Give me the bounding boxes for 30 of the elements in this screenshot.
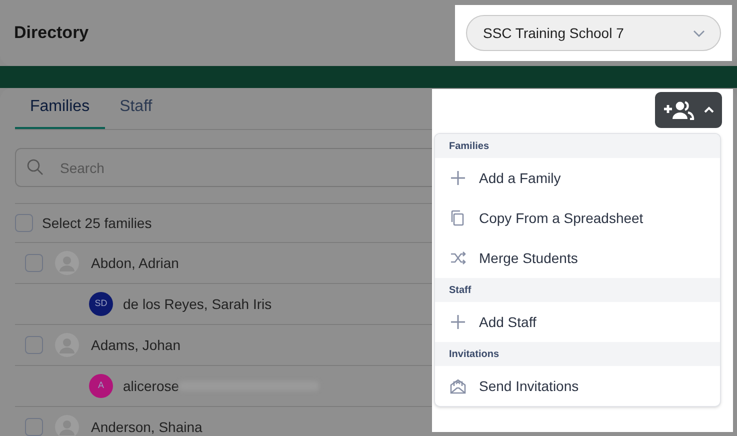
menu-item[interactable]: Send Invitations: [435, 366, 720, 406]
initials-avatar: SD: [89, 292, 113, 316]
family-name[interactable]: Abdon, Adrian: [91, 252, 179, 274]
add-people-icon: [662, 100, 694, 120]
menu-section-header: Staff: [435, 278, 720, 302]
shuffle-icon: [449, 249, 467, 267]
checkbox[interactable]: [25, 336, 43, 354]
page-title: Directory: [14, 22, 89, 44]
member-name[interactable]: alicerose: [123, 376, 180, 396]
plus-icon: [449, 313, 467, 331]
family-name[interactable]: Adams, Johan: [91, 334, 180, 356]
checkbox[interactable]: [15, 214, 33, 232]
menu-section-header: Families: [435, 134, 720, 158]
initials-avatar: A: [89, 374, 113, 398]
family-name[interactable]: Anderson, Shaina: [91, 416, 202, 436]
envelope-icon: [449, 377, 467, 395]
checkbox[interactable]: [25, 418, 43, 436]
tab[interactable]: Staff: [104, 87, 168, 129]
search-icon: [26, 158, 44, 176]
school-select[interactable]: SSC Training School 7: [466, 15, 721, 51]
menu-item[interactable]: Merge Students: [435, 238, 720, 278]
menu-item[interactable]: Copy From a Spreadsheet: [435, 198, 720, 238]
tab[interactable]: Families: [15, 87, 105, 129]
add-people-button[interactable]: [655, 92, 722, 128]
checkbox[interactable]: [25, 254, 43, 272]
menu-section-header: Invitations: [435, 342, 720, 366]
plus-icon: [449, 169, 467, 187]
select-all-label: Select 25 families: [42, 214, 152, 232]
menu-item[interactable]: Add Staff: [435, 302, 720, 342]
member-name[interactable]: de los Reyes, Sarah Iris: [123, 294, 272, 314]
